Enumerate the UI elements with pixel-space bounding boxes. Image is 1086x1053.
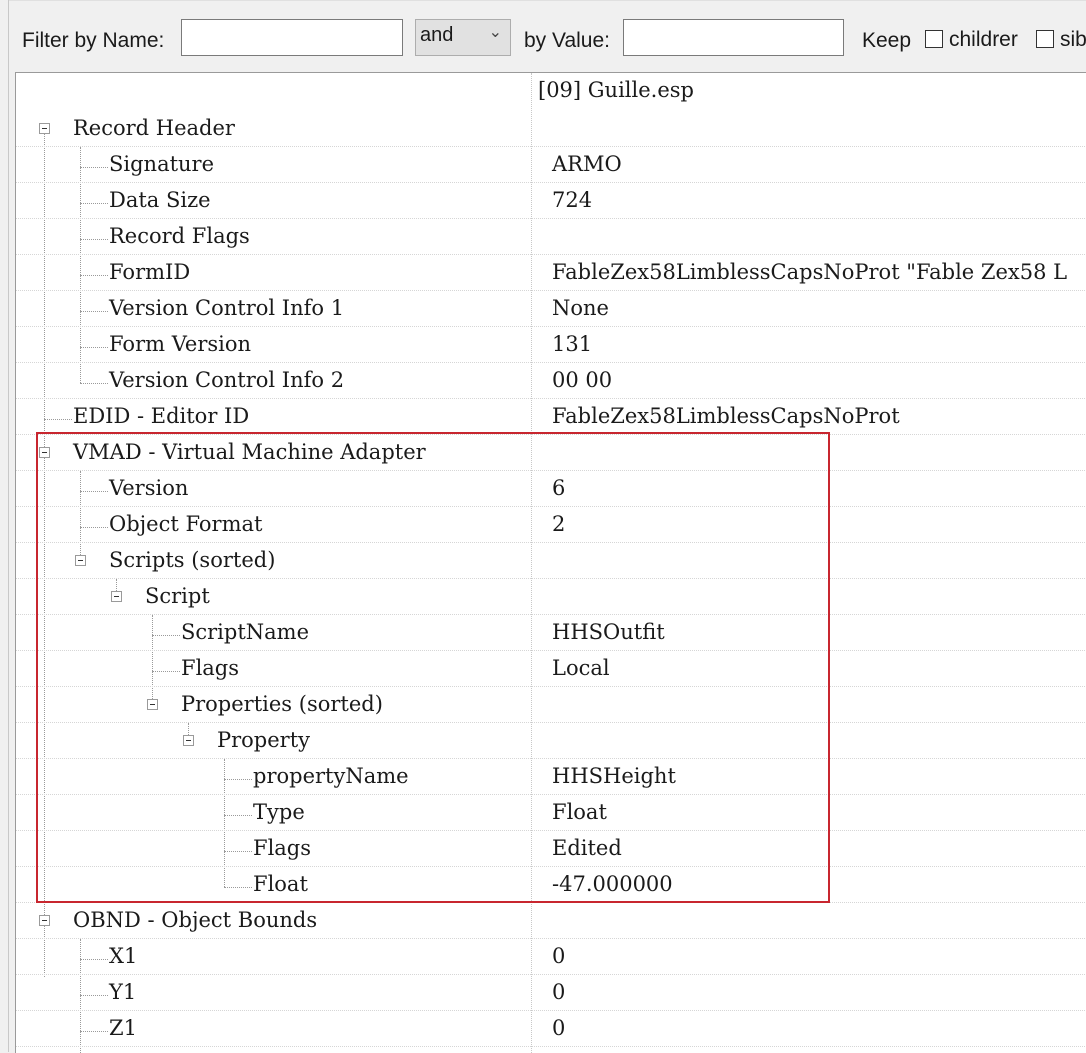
collapse-icon[interactable] — [39, 915, 50, 926]
collapse-icon[interactable] — [111, 591, 122, 602]
tree-row-value: FableZex58LimblessCapsNoProt "Fable Zex5… — [552, 260, 1068, 284]
tree-row-version-control-info-1[interactable]: Version Control Info 1 None — [16, 291, 1086, 327]
tree-row-script-flags[interactable]: Flags Local — [16, 651, 1086, 687]
record-tree-view[interactable]: [09] Guille.esp Record Header Signature … — [15, 72, 1086, 1053]
tree-row-x1[interactable]: X1 0 — [16, 939, 1086, 975]
tree-row-properties[interactable]: Properties (sorted) — [16, 687, 1086, 723]
tree-row-data-size[interactable]: Data Size 724 — [16, 183, 1086, 219]
tree-row-label: Scripts (sorted) — [109, 548, 276, 572]
tree-row-script[interactable]: Script — [16, 579, 1086, 615]
tree-row-label: EDID - Editor ID — [73, 404, 250, 428]
tree-row-label: Record Header — [73, 116, 235, 140]
tree-row-value: FableZex58LimblessCapsNoProt — [552, 404, 900, 428]
left-panel-edge — [0, 0, 9, 1052]
tree-row-label: Version Control Info 2 — [109, 368, 345, 392]
filter-value-input[interactable] — [623, 19, 844, 56]
tree-row-y1[interactable]: Y1 0 — [16, 975, 1086, 1011]
tree-row-float[interactable]: Float -47.000000 — [16, 867, 1086, 903]
tree-row-property[interactable]: Property — [16, 723, 1086, 759]
tree-row-scriptname[interactable]: ScriptName HHSOutfit — [16, 615, 1086, 651]
tree-row-version-control-info-2[interactable]: Version Control Info 2 00 00 — [16, 363, 1086, 399]
keep-children-checkbox[interactable] — [925, 30, 943, 48]
keep-children-label: childrer — [949, 28, 1018, 51]
tree-row-label: Flags — [253, 836, 312, 860]
tree-row-value: Local — [552, 656, 610, 680]
tree-row-type[interactable]: Type Float — [16, 795, 1086, 831]
tree-row-value: HHSHeight — [552, 764, 676, 788]
tree-row-label: Record Flags — [109, 224, 250, 248]
tree-row-propertyname[interactable]: propertyName HHSHeight — [16, 759, 1086, 795]
tree-row-value: Edited — [552, 836, 622, 860]
tree-row-label: Z1 — [109, 1016, 137, 1040]
filter-bar: Filter by Name: and ⌄ by Value: Keep chi… — [9, 0, 1086, 73]
tree-row-label: propertyName — [253, 764, 409, 788]
collapse-icon[interactable] — [39, 123, 50, 134]
tree-row-label: Version — [109, 476, 189, 500]
keep-siblings-label: sib — [1060, 28, 1086, 51]
tree-row-vmad-version[interactable]: Version 6 — [16, 471, 1086, 507]
tree-row-label: Form Version — [109, 332, 252, 356]
tree-row-label: FormID — [109, 260, 191, 284]
tree-row-signature[interactable]: Signature ARMO — [16, 147, 1086, 183]
logic-operator-value: and — [420, 24, 454, 46]
tree-row-value: 0 — [552, 944, 566, 968]
tree-row-label: OBND - Object Bounds — [73, 908, 318, 932]
tree-row-record-header[interactable]: Record Header — [16, 111, 1086, 147]
tree-row-label: VMAD - Virtual Machine Adapter — [73, 440, 426, 464]
filter-name-input[interactable] — [181, 19, 403, 56]
tree-row-label: Version Control Info 1 — [109, 296, 345, 320]
tree-row-label: Flags — [181, 656, 240, 680]
tree-row-object-format[interactable]: Object Format 2 — [16, 507, 1086, 543]
tree-row-value: 00 00 — [552, 368, 613, 392]
tree-row-label: Data Size — [109, 188, 211, 212]
tree-row-value: Float — [552, 800, 607, 824]
filter-name-label: Filter by Name: — [22, 29, 165, 52]
tree-row-label: Property — [217, 728, 311, 752]
collapse-icon[interactable] — [183, 735, 194, 746]
tree-row-form-version[interactable]: Form Version 131 — [16, 327, 1086, 363]
tree-row-z1[interactable]: Z1 0 — [16, 1011, 1086, 1047]
collapse-icon[interactable] — [39, 447, 50, 458]
tree-row-label: Properties (sorted) — [181, 692, 383, 716]
tree-row-record-flags[interactable]: Record Flags — [16, 219, 1086, 255]
tree-row-value: HHSOutfit — [552, 620, 665, 644]
tree-row-value: 6 — [552, 476, 566, 500]
tree-row-vmad[interactable]: VMAD - Virtual Machine Adapter — [16, 435, 1086, 471]
column-header-plugin[interactable]: [09] Guille.esp — [538, 78, 694, 102]
tree-row-value: -47.000000 — [552, 872, 673, 896]
tree-row-edid[interactable]: EDID - Editor ID FableZex58LimblessCapsN… — [16, 399, 1086, 435]
tree-row-value: None — [552, 296, 609, 320]
tree-row-value: 724 — [552, 188, 593, 212]
collapse-icon[interactable] — [147, 699, 158, 710]
tree-row-formid[interactable]: FormID FableZex58LimblessCapsNoProt "Fab… — [16, 255, 1086, 291]
tree-row-scripts[interactable]: Scripts (sorted) — [16, 543, 1086, 579]
tree-row-label: X1 — [109, 944, 138, 968]
column-header-row: [09] Guille.esp — [16, 73, 1086, 109]
tree-row-label: Type — [253, 800, 305, 824]
tree-row-label: Float — [253, 872, 308, 896]
filter-value-label: by Value: — [524, 29, 610, 52]
keep-siblings-checkbox[interactable] — [1036, 30, 1054, 48]
collapse-icon[interactable] — [75, 555, 86, 566]
tree-row-value: ARMO — [552, 152, 622, 176]
tree-row-label: ScriptName — [181, 620, 310, 644]
tree-row-label: Object Format — [109, 512, 263, 536]
tree-row-label: Signature — [109, 152, 215, 176]
chevron-down-icon: ⌄ — [488, 24, 502, 41]
tree-row-property-flags[interactable]: Flags Edited — [16, 831, 1086, 867]
tree-row-obnd[interactable]: OBND - Object Bounds — [16, 903, 1086, 939]
keep-label: Keep — [862, 29, 912, 52]
logic-operator-select[interactable]: and ⌄ — [415, 19, 511, 56]
tree-row-label: Script — [145, 584, 210, 608]
tree-row-value: 0 — [552, 980, 566, 1004]
tree-row-value: 2 — [552, 512, 566, 536]
tree-row-label: Y1 — [109, 980, 137, 1004]
tree-row-value: 131 — [552, 332, 593, 356]
tree-row-value: 0 — [552, 1016, 566, 1040]
